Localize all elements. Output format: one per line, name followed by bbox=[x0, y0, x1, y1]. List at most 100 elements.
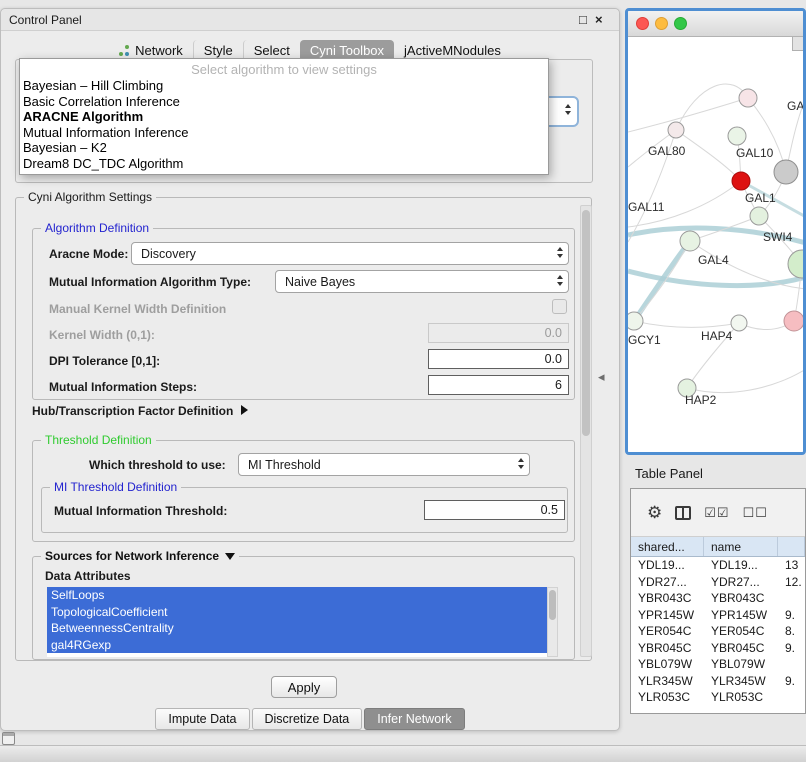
algorithm-option[interactable]: Bayesian – Hill Climbing bbox=[20, 78, 548, 94]
table-cell: YDL19... bbox=[704, 557, 778, 574]
zoom-traffic-light-icon[interactable] bbox=[674, 17, 687, 30]
network-edge[interactable] bbox=[676, 84, 748, 130]
data-attribute-item[interactable]: TopologicalCoefficient bbox=[47, 604, 547, 621]
sources-toggle[interactable]: Sources for Network Inference bbox=[41, 549, 239, 563]
network-edge[interactable] bbox=[628, 98, 748, 132]
network-node[interactable] bbox=[784, 311, 804, 331]
network-scrollbar-fragment[interactable] bbox=[792, 37, 803, 51]
table-row[interactable]: YLR053CYLR053C bbox=[631, 689, 805, 706]
table-row[interactable]: YBR045CYBR045C9. bbox=[631, 640, 805, 657]
float-window-icon[interactable]: □ bbox=[579, 12, 587, 27]
network-window-titlebar[interactable] bbox=[628, 11, 803, 37]
data-attribute-item[interactable]: SelfLoops bbox=[47, 587, 547, 604]
network-edge[interactable] bbox=[628, 271, 806, 286]
close-traffic-light-icon[interactable] bbox=[636, 17, 649, 30]
table-cell: YBR043C bbox=[704, 590, 778, 607]
dpi-tolerance-label: DPI Tolerance [0,1]: bbox=[49, 354, 160, 368]
mi-threshold-field[interactable]: 0.5 bbox=[424, 500, 565, 520]
manual-kernel-checkbox[interactable] bbox=[552, 299, 567, 314]
aracne-mode-label: Aracne Mode: bbox=[49, 247, 128, 261]
column-header[interactable]: shared... bbox=[631, 537, 704, 556]
minimized-panel-icon[interactable] bbox=[2, 732, 15, 745]
node-label: GAL4 bbox=[698, 253, 729, 267]
bottom-tab-discretize-data[interactable]: Discretize Data bbox=[252, 708, 363, 730]
algorithm-option[interactable]: Bayesian – K2 bbox=[20, 140, 548, 156]
collapse-down-icon bbox=[225, 553, 235, 560]
gear-icon[interactable]: ⚙ bbox=[647, 504, 662, 521]
close-window-icon[interactable]: × bbox=[595, 12, 603, 27]
network-node[interactable] bbox=[628, 312, 643, 330]
table-cell: YER054C bbox=[631, 623, 704, 640]
attributes-list-scrollbar[interactable] bbox=[547, 587, 558, 657]
table-cell: YBR045C bbox=[631, 640, 704, 657]
network-edge[interactable] bbox=[634, 321, 739, 327]
data-attribute-item[interactable]: gal4RGexp bbox=[47, 637, 547, 654]
table-row[interactable]: YBL079WYBL079W bbox=[631, 656, 805, 673]
column-header[interactable] bbox=[778, 537, 805, 556]
table-row[interactable]: YPR145WYPR145W9. bbox=[631, 607, 805, 624]
combo-arrows-icon bbox=[557, 247, 563, 258]
bottom-tab-impute-data[interactable]: Impute Data bbox=[155, 708, 249, 730]
settings-scrollbar[interactable] bbox=[580, 205, 592, 657]
desktop: Control Panel □ × NetworkStyleSelectCyni… bbox=[0, 0, 806, 762]
table-row[interactable]: YLR345WYLR345W9. bbox=[631, 673, 805, 690]
apply-button[interactable]: Apply bbox=[271, 676, 337, 698]
column-header[interactable]: name bbox=[704, 537, 778, 556]
scrollbar-thumb[interactable] bbox=[582, 210, 590, 436]
table-row[interactable]: YDR27...YDR27...12. bbox=[631, 574, 805, 591]
expand-right-icon bbox=[241, 405, 248, 415]
algorithm-definition-group: Algorithm Definition Aracne Mode: Discov… bbox=[32, 228, 575, 400]
network-node[interactable] bbox=[680, 231, 700, 251]
network-node[interactable] bbox=[739, 89, 757, 107]
tab-label: jActiveMNodules bbox=[404, 43, 501, 58]
network-node[interactable] bbox=[731, 315, 747, 331]
algorithm-option[interactable]: ARACNE Algorithm bbox=[20, 109, 548, 125]
sources-title: Sources for Network Inference bbox=[45, 549, 219, 563]
mi-steps-field[interactable]: 6 bbox=[428, 375, 569, 395]
node-label: GAL80 bbox=[648, 144, 685, 158]
panel-collapse-arrow[interactable]: ◂ bbox=[598, 369, 605, 385]
network-node[interactable] bbox=[774, 160, 798, 184]
mi-type-select[interactable]: Naive Bayes bbox=[275, 270, 569, 293]
kernel-width-field[interactable]: 0.0 bbox=[428, 323, 569, 343]
network-node[interactable] bbox=[668, 122, 684, 138]
which-threshold-value: MI Threshold bbox=[248, 458, 321, 472]
which-threshold-select[interactable]: MI Threshold bbox=[238, 453, 530, 476]
network-node[interactable] bbox=[750, 207, 768, 225]
combo-arrows-icon bbox=[557, 275, 563, 286]
node-label: SWI4 bbox=[763, 230, 792, 244]
algorithm-option[interactable]: Mutual Information Inference bbox=[20, 125, 548, 141]
mi-type-label: Mutual Information Algorithm Type: bbox=[49, 275, 251, 289]
table-cell: YLR053C bbox=[704, 689, 778, 706]
show-columns-icon[interactable] bbox=[675, 506, 691, 520]
table-row[interactable]: YBR043CYBR043C bbox=[631, 590, 805, 607]
network-node[interactable] bbox=[728, 127, 746, 145]
algorithm-option[interactable]: Basic Correlation Inference bbox=[20, 94, 548, 110]
data-attributes-list[interactable]: SelfLoopsTopologicalCoefficientBetweenne… bbox=[47, 587, 547, 657]
mi-threshold-group-title: MI Threshold Definition bbox=[50, 480, 181, 494]
select-all-columns-icon[interactable]: ☑☑ bbox=[704, 506, 729, 519]
status-bar bbox=[0, 745, 806, 762]
network-node[interactable] bbox=[788, 250, 806, 278]
network-node[interactable] bbox=[732, 172, 750, 190]
table-row[interactable]: YER054CYER054C8. bbox=[631, 623, 805, 640]
minimize-traffic-light-icon[interactable] bbox=[655, 17, 668, 30]
table-panel-header: Table Panel bbox=[625, 462, 806, 486]
algorithm-option[interactable]: Dream8 DC_TDC Algorithm bbox=[20, 156, 548, 172]
network-edge[interactable] bbox=[687, 369, 806, 393]
data-attribute-item[interactable]: BetweennessCentrality bbox=[47, 620, 547, 637]
scrollbar-thumb[interactable] bbox=[549, 590, 556, 620]
table-cell: 13 bbox=[778, 557, 805, 574]
unselect-all-columns-icon[interactable]: ☐☐ bbox=[743, 506, 768, 519]
hub-definition-toggle[interactable]: Hub/Transcription Factor Definition bbox=[32, 404, 248, 418]
dpi-tolerance-field[interactable]: 0.0 bbox=[428, 349, 569, 369]
table-cell: 12. bbox=[778, 574, 805, 591]
tab-label: Cyni Toolbox bbox=[310, 43, 384, 58]
aracne-mode-select[interactable]: Discovery bbox=[131, 242, 569, 265]
network-canvas[interactable]: GALGAL80GAL10GAL1GAL11SWI4GAL4GCY1HAP4HA… bbox=[628, 37, 803, 452]
bottom-tab-infer-network[interactable]: Infer Network bbox=[364, 708, 464, 730]
table-row[interactable]: YDL19...YDL19...13 bbox=[631, 557, 805, 574]
bottom-tab-bar: Impute DataDiscretize DataInfer Network bbox=[1, 708, 619, 730]
control-panel-titlebar[interactable]: Control Panel □ × bbox=[1, 9, 619, 31]
manual-kernel-label: Manual Kernel Width Definition bbox=[49, 302, 226, 316]
